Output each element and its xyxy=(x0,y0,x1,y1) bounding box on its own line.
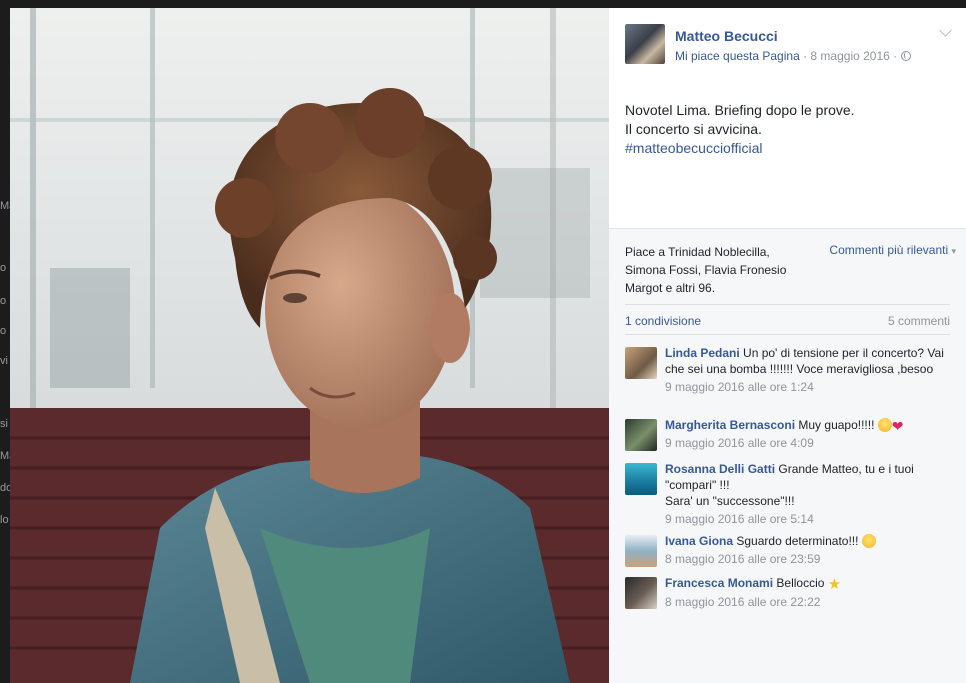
commenter-avatar[interactable] xyxy=(625,535,657,567)
photo-lightbox: Matteo Becucci Mi piace questa Pagina · … xyxy=(10,8,966,683)
comment-time[interactable]: 9 maggio 2016 alle ore 1:24 xyxy=(665,379,955,395)
chevron-down-icon[interactable] xyxy=(939,24,952,37)
comment-body: Ivana Giona Sguardo determinato!!! 8 mag… xyxy=(665,533,955,567)
sort-comments-dropdown[interactable]: Commenti più rilevanti ▾ xyxy=(829,243,956,257)
post-date[interactable]: 8 maggio 2016 xyxy=(810,49,889,63)
shares-link[interactable]: 1 condivisione xyxy=(625,314,701,328)
comment-body: Rosanna Delli Gatti Grande Matteo, tu e … xyxy=(665,461,955,527)
post-header-section: Matteo Becucci Mi piace questa Pagina · … xyxy=(609,8,966,228)
hashtag-link[interactable]: #matteobecucciofficial xyxy=(625,139,855,158)
comment-body: Francesca Monami Belloccio ★ 8 maggio 20… xyxy=(665,575,955,610)
post-details-panel: Matteo Becucci Mi piace questa Pagina · … xyxy=(609,8,966,683)
commenter-avatar[interactable] xyxy=(625,577,657,609)
comment-text: Sguardo determinato!!! xyxy=(736,534,862,548)
post-text-line: Il concerto si avvicina. xyxy=(625,121,762,137)
shares-row: 1 condivisione 5 commenti xyxy=(625,304,950,335)
comment-author[interactable]: Margherita Bernasconi xyxy=(665,418,795,432)
comment-time[interactable]: 9 maggio 2016 alle ore 4:09 xyxy=(665,435,955,451)
comment-text: Belloccio xyxy=(776,576,828,590)
post-text-line: Novotel Lima. Briefing dopo le prove. xyxy=(625,102,855,118)
commenter-avatar[interactable] xyxy=(625,419,657,451)
post-text: Novotel Lima. Briefing dopo le prove. Il… xyxy=(625,101,855,158)
comment-body: Linda Pedani Un po' di tensione per il c… xyxy=(665,345,955,395)
comment-time[interactable]: 9 maggio 2016 alle ore 5:14 xyxy=(665,511,955,527)
sort-label: Commenti più rilevanti xyxy=(829,243,949,257)
smile-emoji-icon xyxy=(861,534,876,548)
comment-text: Sara' un "successone"!!! xyxy=(665,494,795,508)
backdrop-text: o xyxy=(0,262,7,274)
commenter-avatar[interactable] xyxy=(625,347,657,379)
caret-down-icon: ▾ xyxy=(951,246,956,256)
comment-text: Muy guapo!!!!! xyxy=(798,418,878,432)
comment-author[interactable]: Linda Pedani xyxy=(665,346,740,360)
star-emoji-icon: ★ xyxy=(827,576,842,593)
engagement-section: Piace a Trinidad Noblecilla, Simona Foss… xyxy=(609,228,966,683)
backdrop-text: vi xyxy=(0,355,8,367)
photo-illustration xyxy=(10,8,609,683)
backdrop-text: o xyxy=(0,325,7,337)
post-photo[interactable] xyxy=(10,8,609,683)
comments-count[interactable]: 5 commenti xyxy=(888,314,950,328)
comment-time[interactable]: 8 maggio 2016 alle ore 22:22 xyxy=(665,594,955,610)
comment-body: Margherita Bernasconi Muy guapo!!!!! ❤ 9… xyxy=(665,417,955,451)
backdrop-text: o xyxy=(0,295,7,307)
globe-icon[interactable] xyxy=(900,51,911,61)
meta-separator: · xyxy=(889,49,901,63)
backdrop-text: lo xyxy=(0,514,9,526)
comment-time[interactable]: 8 maggio 2016 alle ore 23:59 xyxy=(665,551,955,567)
page-name-link[interactable]: Matteo Becucci xyxy=(675,28,778,44)
comment-author[interactable]: Rosanna Delli Gatti xyxy=(665,462,775,476)
smile-emoji-icon xyxy=(877,418,892,432)
post-meta: Mi piace questa Pagina · 8 maggio 2016 · xyxy=(675,49,911,63)
commenter-avatar[interactable] xyxy=(625,463,657,495)
page-avatar[interactable] xyxy=(625,24,665,64)
like-page-link[interactable]: Mi piace questa Pagina xyxy=(675,49,800,63)
likes-summary[interactable]: Piace a Trinidad Noblecilla, Simona Foss… xyxy=(625,243,800,297)
meta-separator: · xyxy=(799,49,811,63)
comment-author[interactable]: Francesca Monami xyxy=(665,576,773,590)
comment-author[interactable]: Ivana Giona xyxy=(665,534,733,548)
backdrop-text: si xyxy=(0,418,8,430)
heart-emoji-icon: ❤ xyxy=(891,418,904,434)
